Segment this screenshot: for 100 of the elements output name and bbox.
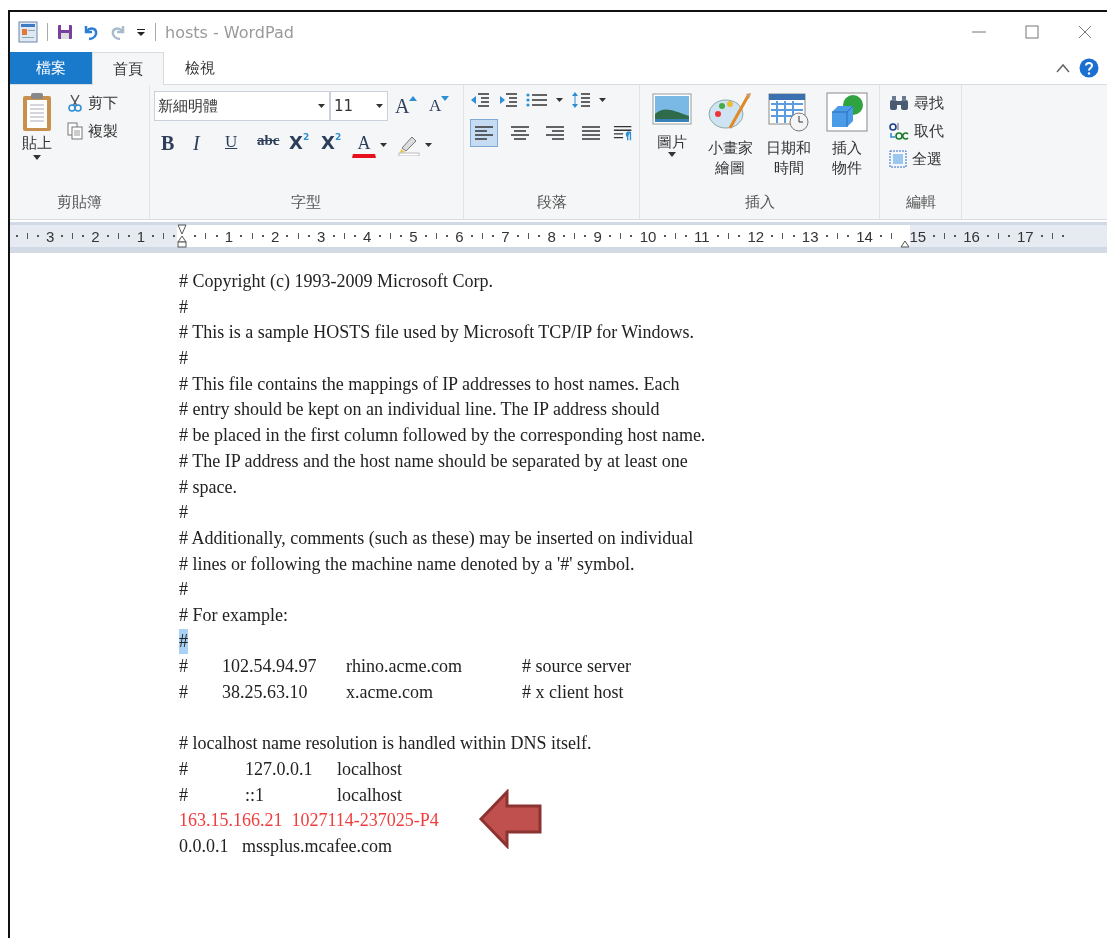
- document-text: rhino.acme.com: [346, 655, 463, 679]
- document-line: # be placed in the first column followed by the corresponding host name.: [179, 424, 706, 448]
- document-text: #: [179, 655, 189, 679]
- ribbon-tab[interactable]: 首頁: [92, 52, 164, 85]
- ruler-number: 3: [46, 227, 55, 245]
- ruler-number: 7: [501, 227, 510, 245]
- align-left-button[interactable]: [470, 119, 498, 147]
- down-triangle-icon: [441, 96, 450, 101]
- scissors-icon: [67, 94, 83, 112]
- document-line: # Additionally, comments (such as these) may be inserted on individual: [179, 526, 694, 550]
- align-center-icon: [509, 125, 530, 141]
- document-line: # This is a sample HOSTS file used by Microsoft TCP/IP for Windows.: [179, 321, 695, 345]
- selectall-button[interactable]: 全選: [886, 147, 955, 171]
- shrink-font-button[interactable]: A: [428, 92, 456, 120]
- caret-icon[interactable]: [556, 98, 563, 102]
- decrease-indent-icon[interactable]: [470, 92, 490, 108]
- group-label: 字型: [289, 193, 322, 213]
- replace-letters-icon: [889, 122, 909, 140]
- paragraph-icon[interactable]: [612, 124, 633, 142]
- undo-icon[interactable]: [82, 23, 100, 41]
- font-color-button[interactable]: A: [352, 132, 376, 158]
- align-justify-icon: [580, 125, 601, 141]
- font-name-dropdown[interactable]: 新細明體: [154, 91, 330, 121]
- document-text: 38.25.63.10: [222, 681, 309, 704]
- ruler-number: 10: [639, 227, 657, 245]
- caret-icon[interactable]: [380, 143, 387, 147]
- sup-button[interactable]: X$^{2}$: [320, 131, 348, 159]
- ruler-number: 17: [1016, 227, 1034, 245]
- ruler-number: 11: [694, 227, 710, 245]
- replace-button[interactable]: 取代: [886, 119, 955, 143]
- document-line: 163.15.166.21 1027114-237025-P4: [179, 809, 439, 833]
- document-text: localhost: [337, 758, 402, 782]
- ruler-number: 9: [593, 227, 602, 245]
- datetime-insert-button[interactable]: 日期和 時間: [762, 91, 815, 193]
- document-line: # lines or following the machine name denoted by a '#' symbol.: [179, 552, 635, 576]
- ruler-number: 4: [363, 227, 372, 245]
- caret-icon[interactable]: [599, 98, 606, 102]
- document-text: #: [179, 758, 189, 782]
- caret-icon: [318, 104, 325, 108]
- font-size-dropdown[interactable]: 11: [330, 91, 388, 121]
- find-button[interactable]: 尋找: [886, 91, 955, 115]
- calendar-clock-icon: [766, 92, 811, 132]
- ruler-number: 8: [547, 227, 556, 245]
- up-triangle-icon: [409, 96, 418, 101]
- bold-button[interactable]: B: [160, 131, 188, 159]
- indent-marker-icon[interactable]: [177, 224, 188, 248]
- document-line: #: [179, 295, 188, 319]
- ruler-number: 14: [856, 227, 873, 245]
- customize-caret-icon[interactable]: [136, 27, 146, 37]
- clipboard-icon: [21, 92, 53, 132]
- ruler-number: 2: [91, 227, 100, 245]
- ruler-number: 3: [316, 227, 326, 245]
- document-line: # Copyright (c) 1993-2009 Microsoft Corp.: [179, 270, 493, 293]
- document-line: # This file contains the mappings of IP addresses to host names. Each: [179, 372, 680, 396]
- ruler-number: 15: [909, 227, 927, 245]
- align-left-icon: [473, 125, 494, 141]
- document-line: # For example:: [179, 603, 288, 627]
- grow-font-button[interactable]: A: [394, 92, 422, 120]
- ruler-number: 16: [963, 227, 980, 245]
- help-icon[interactable]: [1079, 58, 1099, 78]
- close-icon[interactable]: [1077, 24, 1093, 40]
- document-text: # source server: [522, 655, 631, 679]
- copy-button[interactable]: 複製: [64, 119, 121, 143]
- paste-button[interactable]: 貼上: [16, 91, 58, 193]
- highlighter-icon[interactable]: [397, 134, 421, 156]
- save-icon[interactable]: [57, 24, 73, 40]
- ruler-number: 1: [136, 227, 146, 245]
- underline-button[interactable]: U: [224, 131, 252, 159]
- cut-button[interactable]: 剪下: [64, 91, 121, 115]
- paint-insert-button[interactable]: 小畫家 繪圖: [704, 91, 757, 193]
- ruler[interactable]: 3 2 1 1 2 3 4 5 6 7 8 9 10 11 12 13 14 15 16 17: [10, 222, 1107, 253]
- arrow-annotation: [478, 789, 544, 849]
- ruler-number: 6: [455, 227, 464, 245]
- landscape-picture-icon: [652, 92, 693, 126]
- ruler-number: 1: [224, 227, 234, 245]
- line-spacing-icon[interactable]: [571, 91, 591, 109]
- document-line: # entry should be kept on an individual line. The IP address should: [179, 398, 660, 422]
- select-all-icon: [889, 150, 907, 168]
- document-text: localhost: [337, 783, 402, 807]
- collapse-ribbon-icon[interactable]: [1055, 62, 1071, 74]
- strike-button[interactable]: abc: [256, 131, 284, 159]
- ruler-number: 12: [747, 227, 765, 245]
- picture-insert-button[interactable]: 圖片: [646, 91, 699, 193]
- wordpad-app-icon: [18, 21, 38, 43]
- bullet-list-icon[interactable]: [526, 92, 548, 108]
- file-menu-tab[interactable]: 檔案: [10, 52, 92, 84]
- ruler-number: 2: [270, 227, 280, 245]
- increase-indent-icon[interactable]: [498, 92, 518, 108]
- caret-icon: [33, 155, 41, 160]
- document-line: # localhost name resolution is handled within DNS itself.: [179, 732, 592, 756]
- object-insert-button[interactable]: 插入 物件: [820, 91, 873, 193]
- window-title: hosts - WordPad: [165, 22, 294, 42]
- document-line: #: [179, 501, 188, 525]
- group-label: 段落: [535, 193, 568, 213]
- caret-icon[interactable]: [425, 143, 432, 147]
- italic-button[interactable]: I: [192, 131, 220, 159]
- document-text: x.acme.com: [346, 681, 434, 704]
- ruler-number: 13: [801, 227, 819, 245]
- align-right-icon: [545, 125, 566, 141]
- document-line: #: [179, 347, 188, 371]
